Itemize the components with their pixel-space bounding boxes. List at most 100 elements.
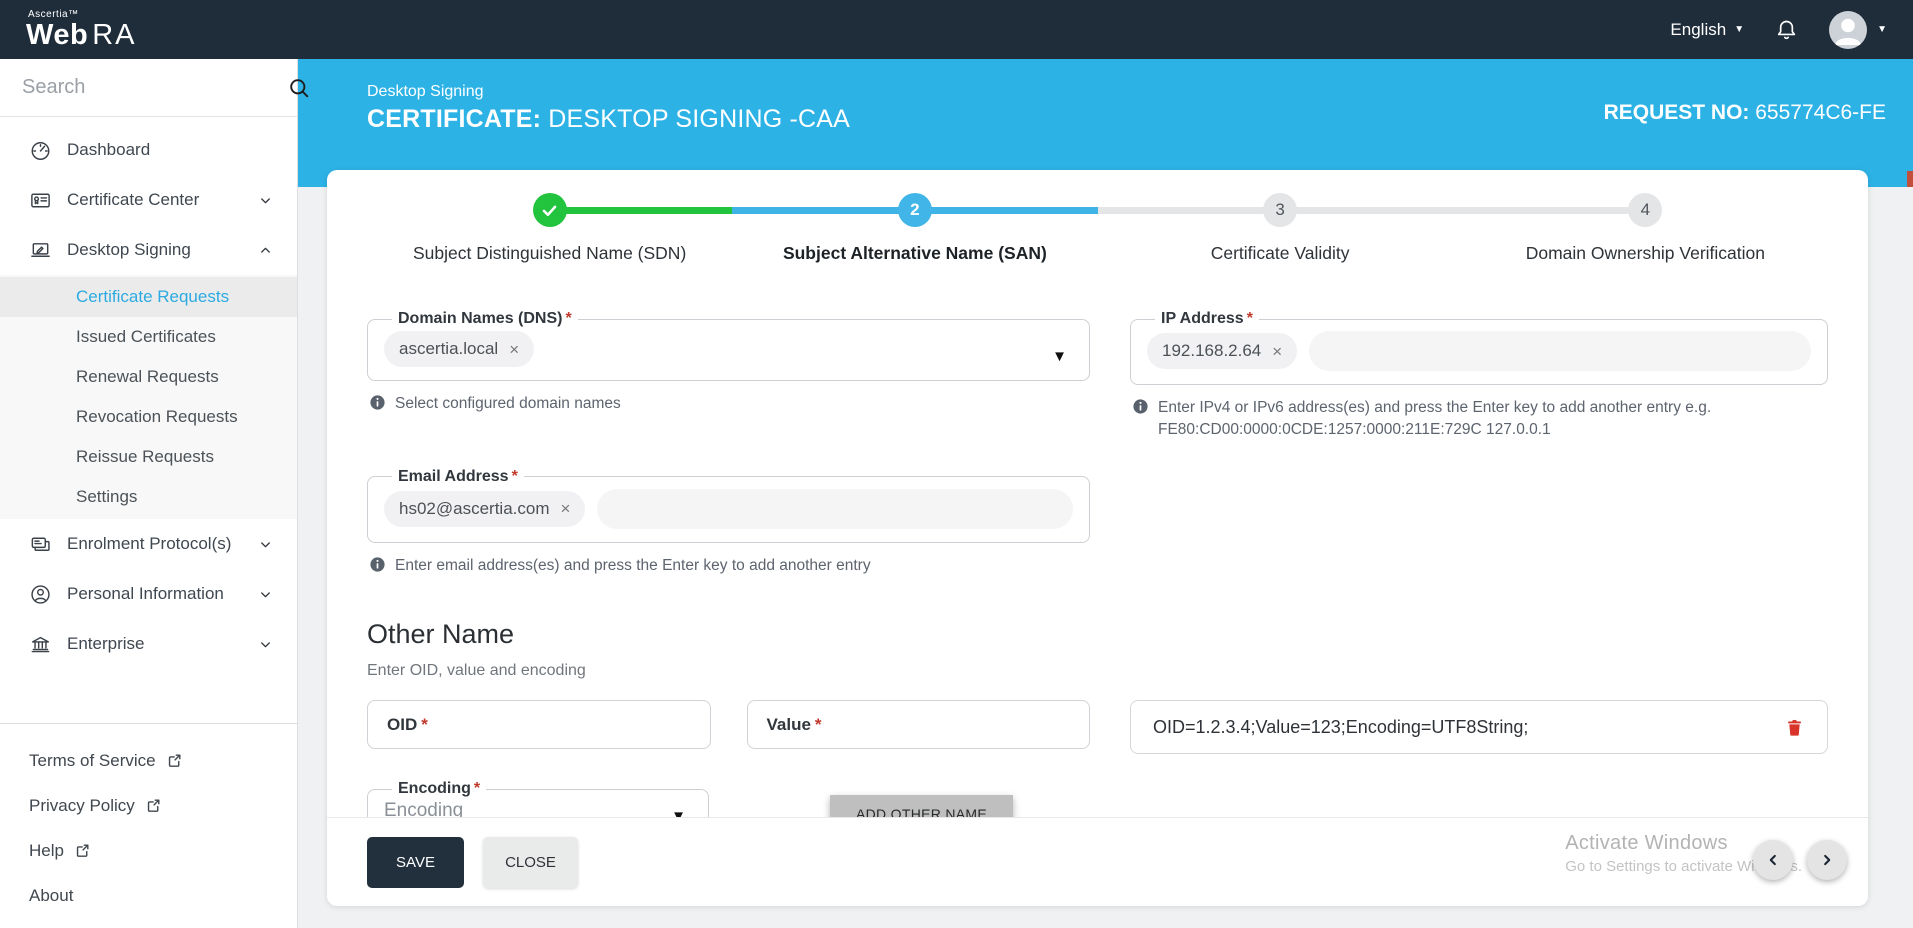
language-selector[interactable]: English ▼	[1670, 20, 1744, 40]
dns-tag: ascertia.local ×	[384, 331, 535, 367]
link-privacy-policy[interactable]: Privacy Policy	[29, 783, 297, 828]
sidebar-item-enterprise[interactable]: Enterprise	[0, 619, 297, 669]
enrolment-icon	[29, 533, 52, 556]
link-label: About	[29, 885, 74, 905]
brand-web: Web	[26, 18, 89, 51]
step-label: Subject Distinguished Name (SDN)	[412, 243, 687, 263]
enterprise-icon	[29, 633, 52, 656]
notifications-bell-icon[interactable]	[1774, 17, 1799, 42]
submenu-item-issued-certificates[interactable]: Issued Certificates	[0, 317, 297, 357]
user-menu[interactable]: ▼	[1829, 10, 1887, 49]
sidebar-item-label: Desktop Signing	[67, 240, 191, 259]
sidebar-item-certificate-center[interactable]: Certificate Center	[0, 175, 297, 225]
submenu-item-revocation-requests[interactable]: Revocation Requests	[0, 397, 297, 437]
submenu-item-renewal-requests[interactable]: Renewal Requests	[0, 357, 297, 397]
other-name-subheading: Enter OID, value and encoding	[367, 662, 586, 680]
chevron-down-icon	[258, 587, 273, 602]
avatar	[1829, 10, 1868, 49]
delete-entry-icon[interactable]	[1784, 717, 1805, 738]
step-2-indicator[interactable]: 2	[897, 193, 932, 227]
request-number-value: 655774C6-FE	[1755, 101, 1886, 124]
email-input[interactable]	[597, 488, 1073, 529]
wizard-nav-buttons	[1753, 840, 1847, 880]
page-header: Desktop Signing CERTIFICATE: DESKTOP SIG…	[298, 59, 1913, 187]
email-label: Email Address *	[398, 467, 518, 485]
chevron-down-icon	[258, 537, 273, 552]
remove-tag-icon[interactable]: ×	[1272, 343, 1282, 360]
remove-tag-icon[interactable]: ×	[561, 500, 571, 517]
language-label: English	[1670, 19, 1727, 39]
dns-label: Domain Names (DNS) *	[398, 310, 572, 327]
required-asterisk: *	[814, 714, 822, 734]
sidebar-search	[0, 59, 309, 117]
link-label: Privacy Policy	[29, 795, 135, 815]
submenu-label: Issued Certificates	[76, 327, 216, 346]
sidebar-item-desktop-signing[interactable]: Desktop Signing	[0, 225, 297, 275]
encoding-label: Encoding *	[398, 780, 481, 798]
email-tag: hs02@ascertia.com ×	[384, 490, 586, 527]
search-input[interactable]	[22, 76, 287, 99]
email-hint: Enter email address(es) and press the En…	[369, 555, 1090, 580]
email-field[interactable]: Email Address * hs02@ascertia.com ×	[367, 467, 1090, 543]
wizard-card: Subject Distinguished Name (SDN) 2 Subje…	[327, 170, 1868, 906]
step-1: Subject Distinguished Name (SDN)	[367, 193, 733, 264]
dns-field[interactable]: Domain Names (DNS) * ascertia.local × ▼	[367, 310, 1090, 381]
ip-field[interactable]: IP Address * 192.168.2.64 ×	[1130, 310, 1828, 385]
link-help[interactable]: Help	[29, 828, 297, 873]
dashboard-icon	[29, 139, 52, 162]
submenu-item-settings[interactable]: Settings	[0, 477, 297, 517]
sidebar-item-label: Certificate Center	[67, 190, 200, 209]
value-input[interactable]: Value *	[746, 700, 1090, 750]
submenu-label: Reissue Requests	[76, 447, 214, 466]
ip-label: IP Address *	[1161, 310, 1253, 327]
sidebar: Dashboard Certificate Center Deskto	[0, 59, 309, 928]
hint-text: Enter email address(es) and press the En…	[395, 556, 871, 574]
step-4-indicator[interactable]: 4	[1628, 193, 1663, 227]
save-button[interactable]: SAVE	[367, 836, 464, 888]
link-about[interactable]: About	[29, 873, 297, 918]
external-link-icon	[145, 797, 162, 814]
ip-tag: 192.168.2.64 ×	[1147, 333, 1298, 369]
sidebar-item-label: Enterprise	[67, 634, 145, 653]
oid-input[interactable]: OID *	[367, 700, 711, 750]
step-4: 4 Domain Ownership Verification	[1462, 193, 1828, 264]
sidebar-item-enrolment-protocols[interactable]: Enrolment Protocol(s)	[0, 519, 297, 569]
step-number: 2	[910, 200, 920, 219]
previous-step-button[interactable]	[1753, 840, 1793, 880]
sidebar-item-personal-information[interactable]: Personal Information	[0, 569, 297, 619]
dns-tag-value: ascertia.local	[399, 339, 499, 358]
ip-input[interactable]	[1309, 331, 1811, 371]
hint-text: Select configured domain names	[395, 395, 621, 412]
remove-tag-icon[interactable]: ×	[509, 341, 519, 358]
info-icon	[1132, 398, 1149, 440]
required-asterisk: *	[473, 780, 481, 798]
step-number: 4	[1640, 200, 1651, 219]
card-footer: SAVE CLOSE Activate Windows Go to Settin…	[327, 817, 1868, 906]
person-icon	[29, 583, 52, 606]
close-button[interactable]: CLOSE	[483, 836, 578, 888]
ip-hint: Enter IPv4 or IPv6 address(es) and press…	[1132, 397, 1828, 440]
dropdown-caret-icon[interactable]: ▼	[1052, 348, 1067, 365]
submenu-item-reissue-requests[interactable]: Reissue Requests	[0, 437, 297, 477]
step-2: 2 Subject Alternative Name (SAN)	[732, 193, 1098, 264]
search-icon[interactable]	[287, 76, 311, 100]
next-step-button[interactable]	[1807, 840, 1847, 880]
submenu-label: Certificate Requests	[76, 287, 230, 306]
page-title-prefix: CERTIFICATE:	[367, 105, 542, 133]
right-column: IP Address * 192.168.2.64 × Enter IPv4 or…	[1130, 310, 1828, 579]
step-label: Domain Ownership Verification	[1525, 243, 1766, 263]
submenu-item-certificate-requests[interactable]: Certificate Requests	[0, 277, 297, 317]
brand-logo[interactable]: Ascertia™ Web RA	[26, 9, 137, 51]
sidebar-item-dashboard[interactable]: Dashboard	[0, 125, 297, 175]
topnav-right: English ▼ ▼	[1670, 10, 1887, 49]
required-asterisk: *	[565, 310, 572, 327]
step-1-indicator[interactable]	[532, 193, 567, 227]
chevron-down-icon	[258, 637, 273, 652]
required-asterisk: *	[421, 714, 428, 734]
link-label: Terms of Service	[29, 750, 156, 770]
sidebar-menu: Dashboard Certificate Center Desktop Sig…	[0, 117, 297, 723]
step-3-indicator[interactable]: 3	[1263, 193, 1298, 227]
check-icon	[540, 201, 559, 220]
link-terms-of-service[interactable]: Terms of Service	[29, 738, 297, 783]
chevron-down-icon: ▼	[1877, 23, 1887, 35]
